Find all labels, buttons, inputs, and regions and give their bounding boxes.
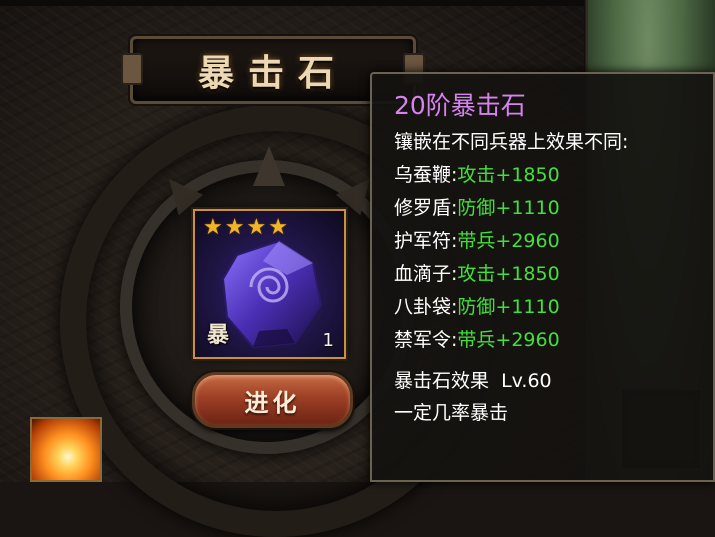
weapon-name: 乌蚕鞭: (394, 164, 458, 186)
evolve-button[interactable]: 进化 (192, 372, 353, 428)
weapon-effect-value: 带兵+2960 (457, 329, 560, 351)
weapon-name: 禁军令: (394, 329, 458, 351)
item-tooltip: 20阶暴击石 镶嵌在不同兵器上效果不同: 乌蚕鞭:攻击+1850 修罗盾:防御+1… (370, 72, 715, 482)
weapon-effect-value: 防御+1110 (457, 197, 560, 219)
top-strip (0, 0, 590, 6)
panel-title: 暴击石 (197, 52, 348, 94)
crit-stone-gem-icon (221, 239, 323, 349)
effect-level: Lv.60 (501, 370, 552, 392)
tooltip-title: 20阶暴击石 (394, 91, 526, 120)
weapon-name: 护军符: (394, 230, 458, 252)
weapon-effect-row: 乌蚕鞭:攻击+1850 (394, 159, 713, 192)
tooltip-effect-header: 暴击石效果 Lv.60 (394, 365, 713, 397)
burst-skill-icon[interactable] (30, 417, 102, 482)
evolve-button-label: 进化 (244, 387, 301, 417)
effect-description: 一定几率暴击 (394, 402, 509, 424)
weapon-effect-value: 防御+1110 (457, 296, 560, 318)
weapon-effect-value: 攻击+1850 (457, 164, 560, 186)
weapon-effect-row: 禁军令:带兵+2960 (394, 324, 713, 357)
effect-title: 暴击石效果 (394, 370, 490, 392)
weapon-effect-row: 八卦袋:防御+1110 (394, 291, 713, 324)
weapon-name: 修罗盾: (394, 197, 458, 219)
weapon-name: 血滴子: (394, 263, 458, 285)
item-badge-char: 暴 (207, 322, 230, 348)
weapon-name: 八卦袋: (394, 296, 458, 318)
weapon-effect-row: 护军符:带兵+2960 (394, 225, 713, 258)
weapon-effect-row: 修罗盾:防御+1110 (394, 192, 713, 225)
item-count: 1 (322, 330, 334, 351)
decorative-spike (253, 146, 285, 186)
tooltip-subtitle: 镶嵌在不同兵器上效果不同: (394, 131, 629, 153)
weapon-effect-row: 血滴子:攻击+1850 (394, 258, 713, 291)
crit-stone-item-card[interactable]: ★ ★ ★ ★ 暴 1 (193, 209, 346, 359)
weapon-effect-value: 攻击+1850 (457, 263, 560, 285)
weapon-effect-value: 带兵+2960 (457, 230, 560, 252)
